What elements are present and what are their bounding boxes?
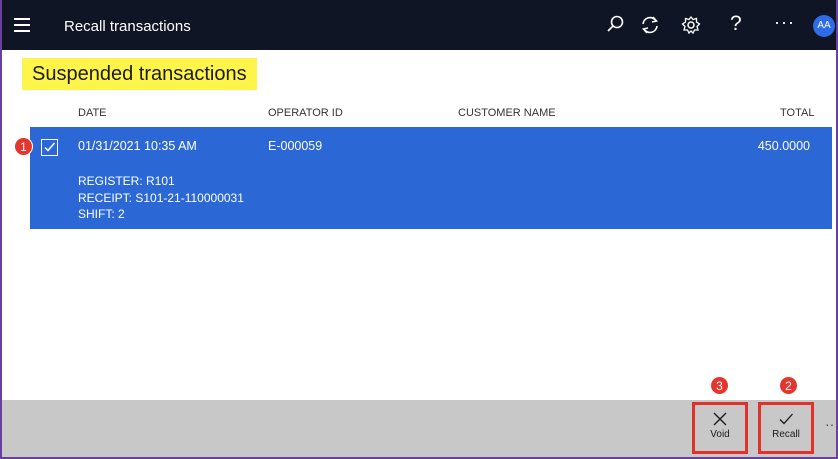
row-details: REGISTER: R101 RECEIPT: S101-21-11000003… — [78, 173, 244, 223]
avatar[interactable]: AA — [813, 15, 835, 37]
top-bar: Recall transactions ? ··· AA — [2, 0, 836, 50]
menu-icon[interactable] — [14, 18, 30, 32]
callout-badge-3: 3 — [710, 376, 729, 395]
settings-icon[interactable] — [678, 12, 704, 38]
column-header-operator-id[interactable]: OPERATOR ID — [268, 107, 343, 119]
search-icon[interactable] — [602, 12, 628, 38]
row-receipt: RECEIPT: S101-21-110000031 — [78, 190, 244, 205]
more-commands-icon[interactable]: ··· — [825, 416, 836, 432]
column-header-total[interactable]: TOTAL — [780, 107, 814, 119]
column-header-customer-name[interactable]: CUSTOMER NAME — [458, 107, 556, 119]
callout-badge-2: 2 — [779, 376, 798, 395]
table-row[interactable]: 01/31/2021 10:35 AM E-000059 450.0000 RE… — [30, 127, 832, 229]
row-date: 01/31/2021 10:35 AM — [78, 139, 197, 153]
callout-badge-1: 1 — [14, 137, 33, 156]
row-operator-id: E-000059 — [268, 139, 323, 153]
row-register: REGISTER: R101 — [78, 174, 175, 188]
checkmark-icon — [779, 413, 793, 425]
row-shift: SHIFT: 2 — [78, 207, 125, 221]
more-icon[interactable]: ··· — [774, 12, 795, 33]
row-total: 450.0000 — [757, 139, 810, 153]
checkmark-icon — [44, 142, 56, 152]
refresh-icon[interactable] — [637, 12, 663, 38]
column-header-date[interactable]: DATE — [78, 107, 107, 119]
recall-label: Recall — [772, 429, 800, 440]
page-title: Suspended transactions — [22, 58, 257, 90]
row-checkbox[interactable] — [41, 139, 58, 156]
help-icon[interactable]: ? — [730, 12, 742, 36]
recall-button[interactable]: Recall — [758, 402, 814, 454]
app-window: Recall transactions ? ··· AA Suspended t… — [0, 0, 838, 459]
main-content: Suspended transactions DATE OPERATOR ID … — [2, 50, 836, 400]
command-bar: Void Recall ··· — [2, 400, 836, 457]
transactions-grid: DATE OPERATOR ID CUSTOMER NAME TOTAL 01/… — [30, 96, 832, 396]
void-label: Void — [710, 429, 730, 440]
void-button[interactable]: Void — [692, 402, 748, 454]
grid-header: DATE OPERATOR ID CUSTOMER NAME TOTAL — [30, 96, 832, 127]
close-icon — [713, 412, 727, 426]
app-title: Recall transactions — [64, 18, 191, 35]
